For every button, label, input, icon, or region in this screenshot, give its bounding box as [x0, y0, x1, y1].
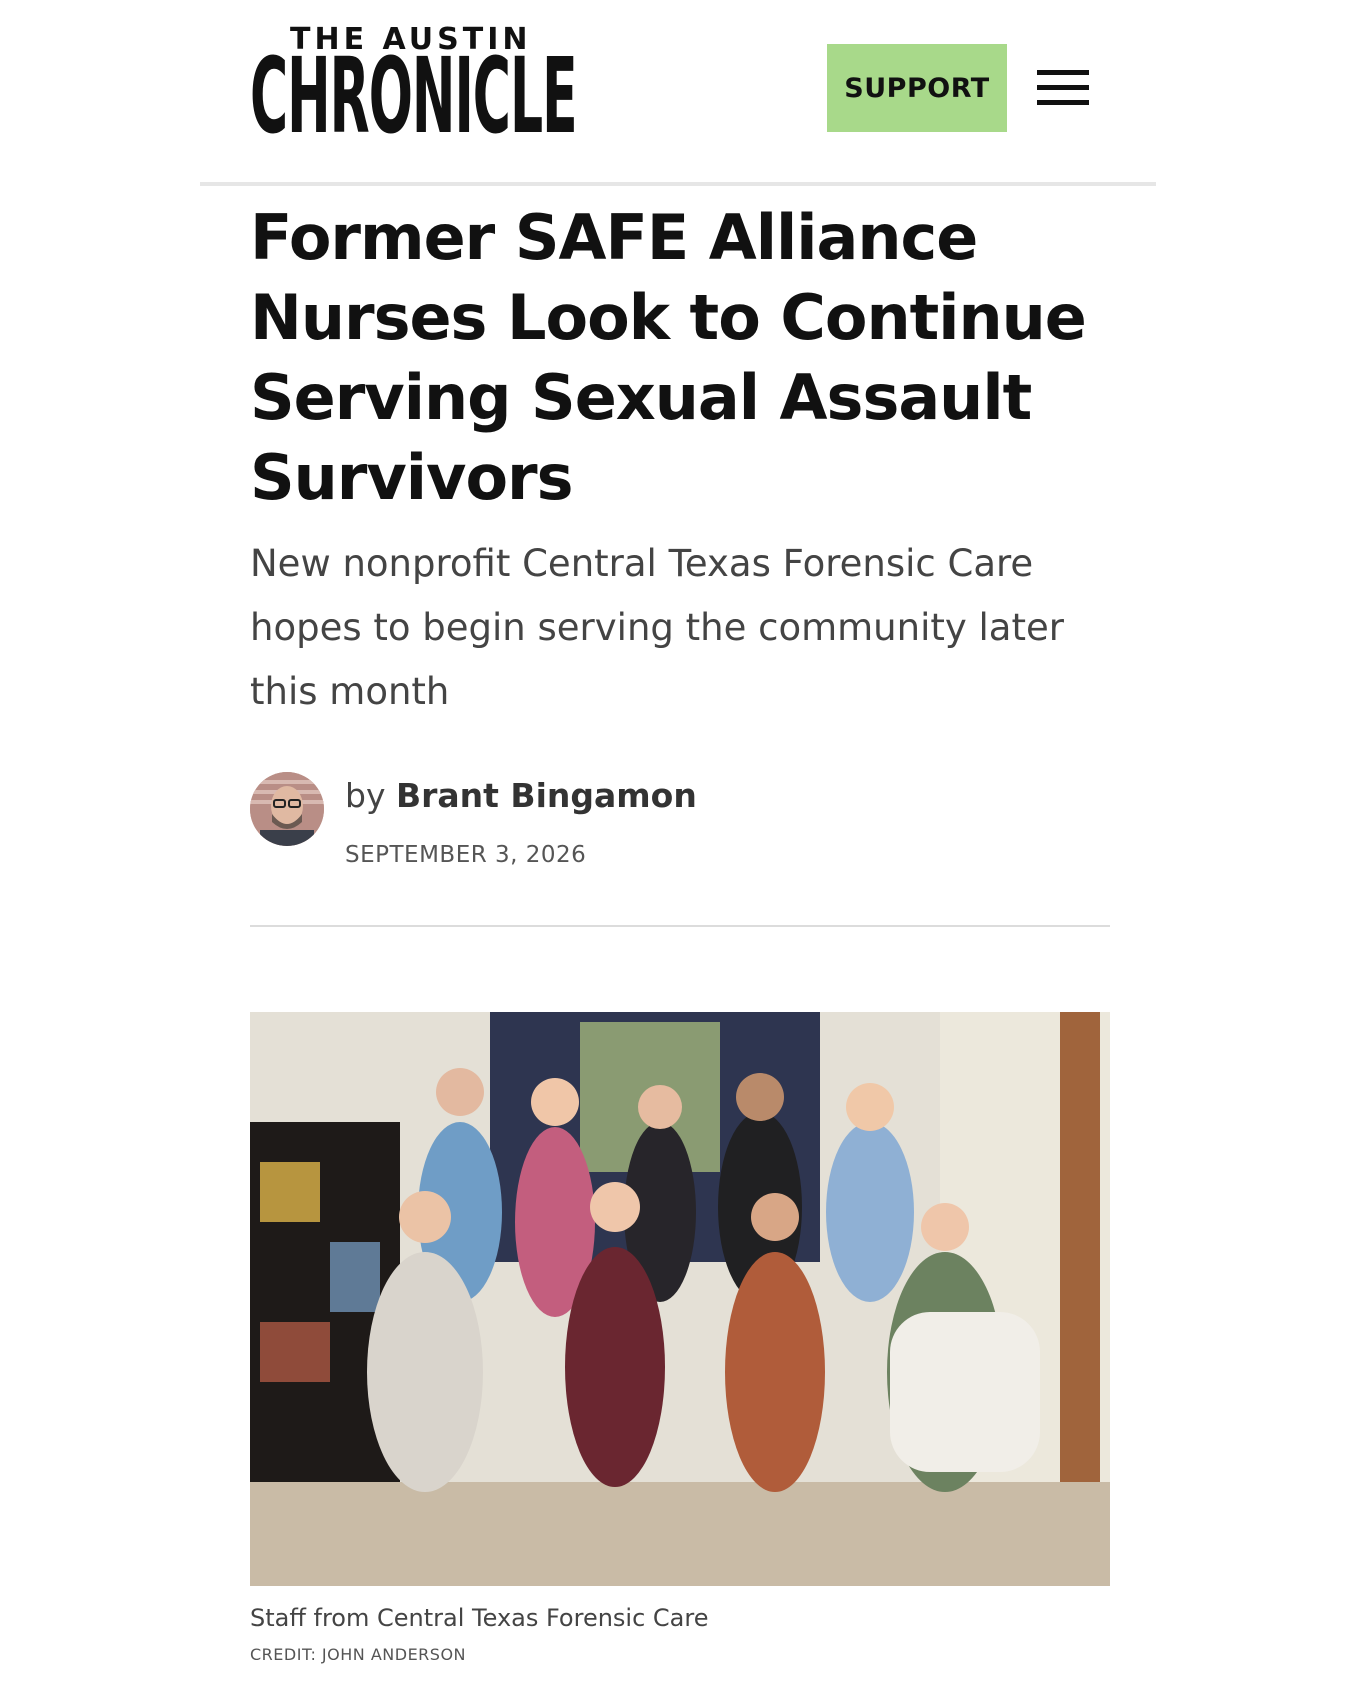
author-photo	[250, 772, 324, 846]
article-headline: Former SAFE Alliance Nurses Look to Cont…	[250, 201, 1087, 514]
publish-date: SEPTEMBER 3, 2026	[345, 842, 587, 868]
logo-main-text: CHRONICLE	[250, 35, 578, 157]
staff-group-photo	[250, 1012, 1110, 1586]
byline-prefix: by	[345, 776, 386, 815]
support-button[interactable]: SUPPORT	[827, 44, 1007, 132]
author-avatar[interactable]	[250, 772, 324, 846]
article-dek: New nonprofit Central Texas Forensic Car…	[250, 542, 1064, 713]
photo-credit: CREDIT: JOHN ANDERSON	[250, 1645, 467, 1664]
site-header: THE AUSTIN CHRONICLE SUPPORT	[200, 0, 1156, 186]
photo-caption: Staff from Central Texas Forensic Care	[250, 1604, 709, 1632]
byline: by Brant Bingamon	[345, 776, 697, 815]
hamburger-menu-icon[interactable]	[1037, 70, 1089, 106]
author-name[interactable]: Brant Bingamon	[396, 776, 697, 815]
divider	[250, 925, 1110, 927]
article-photo	[250, 1012, 1110, 1586]
